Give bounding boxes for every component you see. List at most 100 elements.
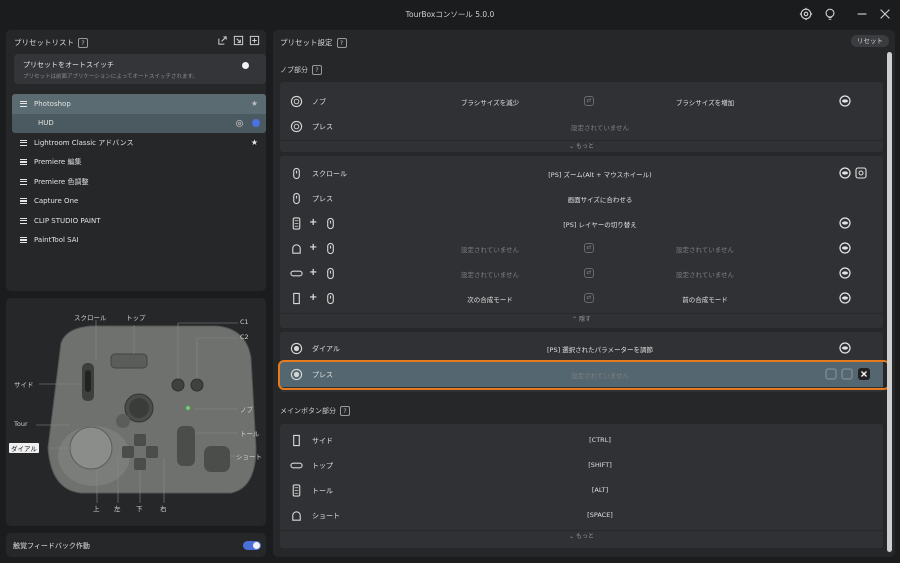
label-c1: C1 (240, 318, 249, 326)
tall-button-icon (290, 484, 303, 497)
action-left[interactable]: 設定されていません (390, 269, 590, 279)
main-section-label: メインボタン部分 ? (280, 406, 350, 416)
action-right[interactable]: 前の合成モード (605, 294, 805, 304)
scrollbar[interactable] (887, 52, 892, 554)
device-diagram: スクロール トップ C1 C2 サイド ノブ Tour トール ダイアル ショー… (6, 298, 266, 526)
binding-row[interactable]: サイド [CTRL] (280, 428, 883, 453)
help-icon[interactable]: ? (78, 37, 88, 48)
control-name: ショート (312, 512, 340, 520)
action[interactable]: [PS] ズーム(Alt + マウスホイール) (480, 169, 720, 179)
action-left[interactable]: ブラシサイズを減少 (390, 97, 590, 107)
auto-switch-toggle[interactable] (242, 61, 260, 70)
swap-icon[interactable]: ⇄ (584, 293, 594, 303)
eye-icon[interactable] (839, 167, 851, 179)
preset-item-lightroom[interactable]: Lightroom Classic アドバンス ★ (12, 133, 266, 153)
menu-icon (20, 100, 27, 107)
action-left[interactable]: 設定されていません (390, 244, 590, 254)
device-diagram-panel: スクロール トップ C1 C2 サイド ノブ Tour トール ダイアル ショー… (6, 298, 266, 526)
eye-icon[interactable] (839, 95, 851, 107)
binding-row[interactable]: + 設定されていません ⇄ 設定されていません (280, 261, 883, 286)
action-left[interactable]: 次の合成モード (390, 294, 590, 304)
more-toggle[interactable]: ⌄ もっと (280, 140, 883, 152)
label-c2: C2 (240, 333, 249, 341)
preset-item-clip-studio[interactable]: CLIP STUDIO PAINT (12, 211, 266, 231)
close-icon[interactable] (878, 7, 892, 21)
preset-list-title: プリセットリスト (14, 38, 74, 47)
preset-item-premiere-color[interactable]: Premiere 色調整 (12, 172, 266, 192)
action-right[interactable]: 設定されていません (605, 269, 805, 279)
preset-actions (217, 35, 260, 46)
binding-row[interactable]: + [PS] レイヤーの切り替え (280, 211, 883, 236)
action[interactable]: [PS] レイヤーの切り替え (480, 219, 720, 229)
collapse-toggle[interactable]: ⌃ 隠す (280, 313, 883, 325)
preset-label: PaintTool SAI (34, 236, 79, 245)
preset-item-painttool-sai[interactable]: PaintTool SAI (12, 231, 266, 251)
preset-item-hud[interactable]: HUD (12, 113, 266, 133)
binding-row[interactable]: プレス 設定されていません (280, 114, 883, 139)
action[interactable]: [PS] 選択されたパラメーターを調節 (480, 344, 720, 354)
preset-item-capture-one[interactable]: Capture One (12, 192, 266, 212)
preset-item-photoshop[interactable]: Photoshop ★ (12, 94, 266, 114)
action[interactable]: 画面サイズに合わせる (480, 194, 720, 204)
label-down: 下 (136, 505, 143, 513)
section-title: メインボタン部分 (280, 407, 336, 415)
action-right[interactable]: 設定されていません (605, 244, 805, 254)
haptic-toggle[interactable] (243, 541, 261, 550)
action[interactable]: [CTRL] (480, 436, 720, 444)
more-toggle[interactable]: ⌄ もっと (280, 530, 883, 542)
swap-icon[interactable]: ⇄ (584, 96, 594, 106)
minimize-icon[interactable] (855, 7, 869, 21)
action[interactable]: [SPACE] (480, 511, 720, 519)
lightbulb-icon[interactable] (823, 7, 837, 21)
swap-icon[interactable]: ⇄ (584, 268, 594, 278)
eye-icon[interactable] (839, 217, 851, 229)
binding-row[interactable]: ショート [SPACE] (280, 503, 883, 528)
reset-button[interactable]: リセット (851, 35, 889, 47)
gear-icon[interactable] (799, 7, 813, 21)
preset-item-premiere-edit[interactable]: Premiere 編集 (12, 153, 266, 173)
preset-label: CLIP STUDIO PAINT (34, 216, 101, 225)
preset-list-panel: プリセットリスト ? プリセットをオートスイッチ プリセットは前面アプリケーショ… (6, 30, 266, 291)
settings-icon[interactable] (855, 167, 867, 179)
auto-switch-box: プリセットをオートスイッチ プリセットは前面アプリケーションによってオートスイッ… (14, 54, 266, 84)
action[interactable]: [SHIFT] (480, 461, 720, 469)
eye-icon[interactable] (839, 342, 851, 354)
swap-icon[interactable]: ⇄ (584, 243, 594, 253)
menu-icon (20, 178, 27, 185)
label-tall: トール (240, 430, 260, 438)
binding-row[interactable]: ノブ ブラシサイズを減少 ⇄ ブラシサイズを増加 (280, 89, 883, 114)
hud-toggle[interactable] (252, 119, 260, 127)
scroll-wheel-icon (324, 242, 337, 255)
binding-row[interactable]: + 設定されていません ⇄ 設定されていません (280, 236, 883, 261)
star-icon[interactable]: ★ (251, 99, 258, 108)
binding-row[interactable]: トップ [SHIFT] (280, 453, 883, 478)
help-icon[interactable]: ? (312, 65, 322, 75)
control-name: プレス (312, 123, 333, 131)
short-button-icon (290, 509, 303, 522)
eye-icon[interactable] (839, 292, 851, 304)
label-up: 上 (93, 505, 100, 513)
knob-card: ノブ ブラシサイズを減少 ⇄ ブラシサイズを増加 プレス 設定されていません ⌄… (280, 82, 883, 152)
label-dial: ダイアル (9, 443, 39, 453)
add-preset-icon[interactable] (249, 35, 260, 46)
export-icon[interactable] (217, 35, 228, 46)
control-name: スクロール (312, 170, 347, 178)
scrollbar-thumb[interactable] (887, 52, 892, 552)
help-icon[interactable]: ? (340, 406, 350, 416)
help-icon[interactable]: ? (336, 37, 347, 48)
binding-row[interactable]: ダイアル [PS] 選択されたパラメーターを調節 (280, 336, 883, 361)
star-icon[interactable]: ★ (251, 138, 258, 147)
import-icon[interactable] (233, 35, 244, 46)
action-right[interactable]: ブラシサイズを増加 (605, 97, 805, 107)
binding-row[interactable]: トール [ALT] (280, 478, 883, 503)
label-side: サイド (14, 381, 34, 389)
eye-icon[interactable] (839, 267, 851, 279)
knob-icon (290, 120, 303, 133)
eye-icon[interactable] (839, 242, 851, 254)
binding-row[interactable]: + 次の合成モード ⇄ 前の合成モード (280, 286, 883, 311)
binding-row[interactable]: プレス 画面サイズに合わせる (280, 186, 883, 211)
action[interactable]: [ALT] (480, 486, 720, 494)
settings-icon[interactable] (235, 119, 244, 128)
action[interactable]: 設定されていません (480, 122, 720, 132)
binding-row[interactable]: スクロール [PS] ズーム(Alt + マウスホイール) (280, 161, 883, 186)
